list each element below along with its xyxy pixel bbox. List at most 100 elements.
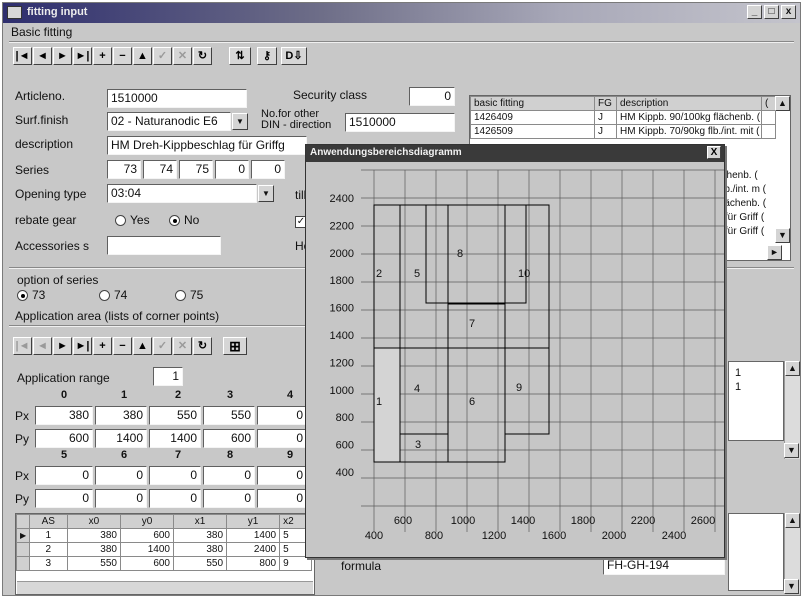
export-icon[interactable]: D⇩ <box>281 47 307 65</box>
radio-73-icon[interactable] <box>17 290 28 302</box>
description-field[interactable]: HM Dreh-Kippbeschlag für Griffg <box>107 136 307 155</box>
cell[interactable]: HM Kippb. 70/90kg flb./int. mit ( <box>616 124 762 139</box>
radio-75-icon[interactable] <box>175 290 186 302</box>
insert-record-button[interactable]: + <box>93 47 112 65</box>
py-field[interactable]: 0 <box>257 429 307 448</box>
px-field[interactable]: 380 <box>35 406 93 425</box>
post-point-button[interactable]: ✓ <box>153 337 172 355</box>
formula-field[interactable]: FH-GH-194 <box>603 556 725 575</box>
next-point-button[interactable]: ► <box>53 337 72 355</box>
col-extra[interactable]: ( <box>761 96 776 111</box>
series-field-2[interactable]: 74 <box>143 160 177 179</box>
py-field[interactable]: 1400 <box>149 429 201 448</box>
cell[interactable]: 1400 <box>226 528 281 543</box>
first-point-button[interactable]: |◄ <box>13 337 32 355</box>
table-row[interactable]: 3 550 600 550 800 9 <box>16 556 312 571</box>
col-as[interactable]: AS <box>28 514 68 529</box>
scroll-right-icon[interactable]: ► <box>767 245 782 260</box>
scroll-up-icon[interactable]: ▲ <box>785 361 800 376</box>
refresh-points-button[interactable]: ↻ <box>193 337 212 355</box>
series-field-1[interactable]: 73 <box>107 160 141 179</box>
rebate-no-radio[interactable]: No <box>169 213 199 227</box>
col-x1[interactable]: x1 <box>172 514 228 529</box>
minimize-button[interactable]: _ <box>747 5 762 19</box>
prev-point-button[interactable]: ◄ <box>33 337 52 355</box>
scroll-up-icon[interactable]: ▲ <box>785 513 800 528</box>
py-field[interactable]: 600 <box>35 429 93 448</box>
py-field[interactable]: 0 <box>149 489 201 508</box>
cell[interactable]: 1 <box>28 528 68 543</box>
application-range-field[interactable]: 1 <box>153 367 183 386</box>
cell[interactable]: 3 <box>28 556 68 571</box>
key-icon[interactable]: ⚷ <box>257 47 277 65</box>
py-field[interactable]: 0 <box>257 489 307 508</box>
cell[interactable]: 1400 <box>119 542 175 557</box>
scroll-down-icon[interactable]: ▼ <box>784 579 799 594</box>
col-y1[interactable]: y1 <box>226 514 281 529</box>
delete-point-button[interactable]: − <box>113 337 132 355</box>
last-record-button[interactable]: ►| <box>73 47 92 65</box>
surfinish-select[interactable]: 02 - Naturanodic E6 <box>107 112 231 131</box>
table-row[interactable]: 1426409 J HM Kippb. 90/100kg flächenb. ( <box>470 110 776 125</box>
surfinish-dropdown-icon[interactable]: ▼ <box>232 113 248 130</box>
cell[interactable]: 2 <box>28 542 68 557</box>
cell[interactable]: 2400 <box>226 542 281 557</box>
table-row[interactable]: ▶ 1 380 600 380 1400 5 <box>16 528 312 543</box>
formula-list-top[interactable] <box>728 513 784 591</box>
cell[interactable]: 600 <box>119 556 175 571</box>
px-field[interactable]: 0 <box>95 466 147 485</box>
col-basic-fitting[interactable]: basic fitting <box>470 96 595 111</box>
popup-title[interactable]: Anwendungsbereichsdiagramm <box>306 145 724 162</box>
close-icon[interactable]: X <box>707 146 721 159</box>
cell[interactable]: HM Kippb. 90/100kg flächenb. ( <box>616 110 762 125</box>
insert-point-button[interactable]: + <box>93 337 112 355</box>
py-field[interactable]: 0 <box>95 489 147 508</box>
cell[interactable]: 800 <box>226 556 281 571</box>
cell[interactable]: 380 <box>66 542 121 557</box>
cell[interactable]: 380 <box>66 528 121 543</box>
security-class-field[interactable]: 0 <box>409 87 455 106</box>
py-field[interactable]: 600 <box>203 429 255 448</box>
cell[interactable]: 550 <box>172 556 228 571</box>
post-record-button[interactable]: ✓ <box>153 47 172 65</box>
prev-record-button[interactable]: ◄ <box>33 47 52 65</box>
px-field[interactable]: 550 <box>149 406 201 425</box>
cell[interactable]: 600 <box>119 528 175 543</box>
close-button[interactable]: x <box>781 5 796 19</box>
py-field[interactable]: 1400 <box>95 429 147 448</box>
edit-record-button[interactable]: ▲ <box>133 47 152 65</box>
next-record-button[interactable]: ► <box>53 47 72 65</box>
delete-record-button[interactable]: − <box>113 47 132 65</box>
cancel-record-button[interactable]: ✕ <box>173 47 192 65</box>
radio-no-icon[interactable] <box>169 215 180 227</box>
cell[interactable]: 9 <box>279 556 312 571</box>
sort-icon[interactable]: ⇅ <box>229 47 251 65</box>
rebate-yes-radio[interactable]: Yes <box>115 213 150 227</box>
cell[interactable]: 1426409 <box>470 110 595 125</box>
col-y0[interactable]: y0 <box>119 514 175 529</box>
py-field[interactable]: 0 <box>35 489 93 508</box>
cell[interactable] <box>761 124 776 139</box>
radio-yes-icon[interactable] <box>115 215 126 227</box>
px-field[interactable]: 550 <box>203 406 255 425</box>
horizontal-scrollbar[interactable] <box>17 581 313 594</box>
scroll-up-icon[interactable]: ▲ <box>775 96 790 111</box>
series-field-5[interactable]: 0 <box>251 160 285 179</box>
cell[interactable]: J <box>594 124 617 139</box>
list-item[interactable]: 1 <box>735 380 777 394</box>
series-field-3[interactable]: 75 <box>179 160 213 179</box>
first-record-button[interactable]: |◄ <box>13 47 32 65</box>
series-option-75[interactable]: 75 <box>175 288 203 302</box>
px-field[interactable]: 0 <box>257 466 307 485</box>
table-row[interactable]: 1426509 J HM Kippb. 70/90kg flb./int. mit … <box>470 124 776 139</box>
cell[interactable]: J <box>594 110 617 125</box>
cell[interactable]: 380 <box>172 542 228 557</box>
col-x0[interactable]: x0 <box>66 514 121 529</box>
px-field[interactable]: 0 <box>203 466 255 485</box>
cell[interactable] <box>761 110 776 125</box>
no-other-din-field[interactable]: 1510000 <box>345 113 455 132</box>
title-bar[interactable] <box>3 3 800 23</box>
diagram-icon[interactable]: ⊞ <box>223 337 247 355</box>
refresh-button[interactable]: ↻ <box>193 47 212 65</box>
cell[interactable]: 550 <box>66 556 121 571</box>
